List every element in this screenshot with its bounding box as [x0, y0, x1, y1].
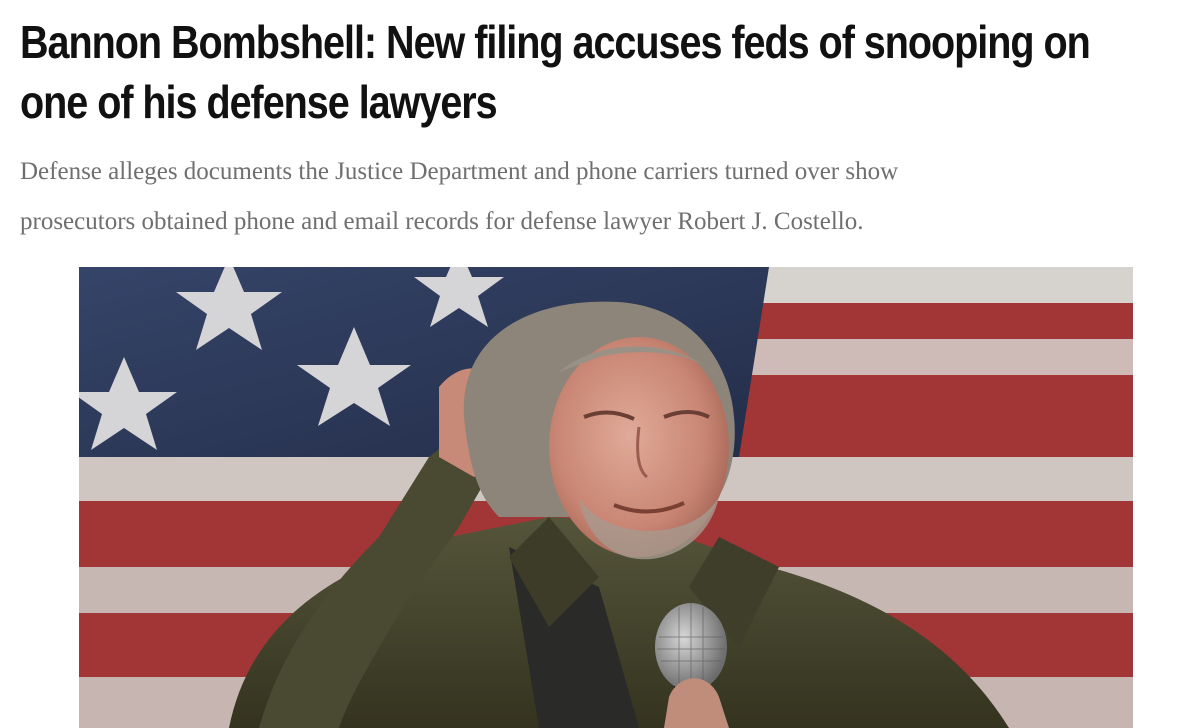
headline-line-1[interactable]: Bannon Bombshell: New filing accuses fed… [20, 12, 1091, 72]
headline-line-2[interactable]: one of his defense lawyers [20, 72, 1009, 132]
hero-photo-illustration [79, 267, 1133, 728]
article: Bannon Bombshell: New filing accuses fed… [0, 0, 1178, 728]
article-subheadline: Defense alleges documents the Justice De… [20, 147, 1160, 247]
subhead-line-1: Defense alleges documents the Justice De… [20, 158, 899, 185]
subhead-line-2: prosecutors obtained phone and email rec… [20, 208, 864, 235]
article-hero-photo[interactable] [79, 267, 1133, 728]
article-headline[interactable]: Bannon Bombshell: New filing accuses fed… [20, 12, 1091, 132]
